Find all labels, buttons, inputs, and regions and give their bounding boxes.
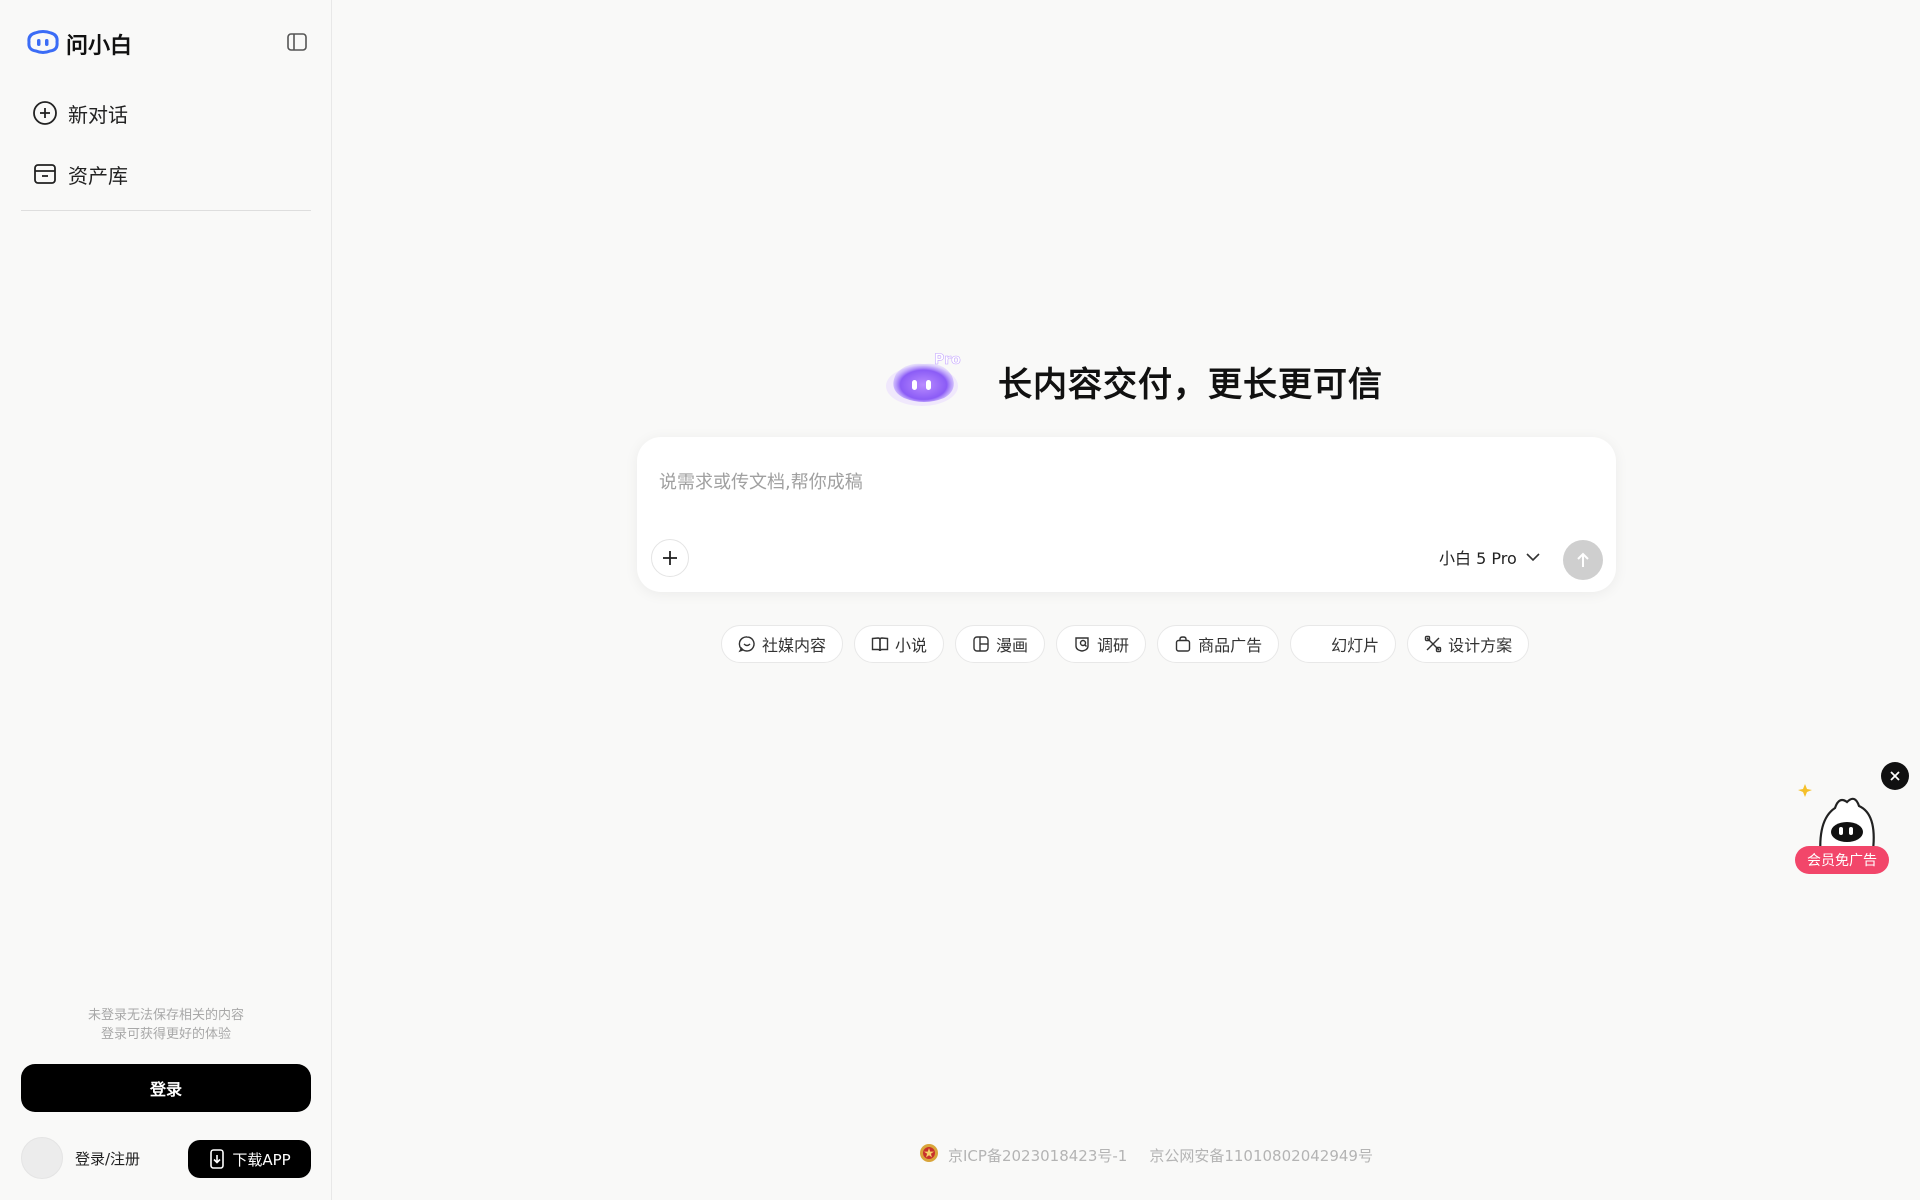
sidebar-divider — [21, 210, 311, 211]
avatar[interactable] — [21, 1137, 63, 1179]
login-notice-line: 未登录无法保存相关的内容 — [87, 1008, 244, 1023]
sidebar-item-label: 新对话 — [68, 102, 128, 127]
prompt-input[interactable] — [659, 467, 1559, 497]
chip-label: 幻灯片 — [1331, 636, 1380, 655]
sidebar: 问小白 新对话 资产库 未登录无法保存相关的内容 登录可获得更好的体验 登录 登… — [0, 0, 332, 1200]
design-tools-icon — [1424, 635, 1442, 653]
promo-close-button[interactable] — [1881, 762, 1909, 790]
pro-mascot-icon: Pro — [884, 350, 970, 412]
chip-social-media[interactable]: 社媒内容 — [721, 625, 844, 663]
sidebar-toggle-button[interactable] — [286, 32, 308, 52]
chip-research[interactable]: 调研 — [1056, 625, 1147, 663]
chip-label: 漫画 — [996, 636, 1029, 655]
login-notice: 未登录无法保存相关的内容 登录可获得更好的体验 — [0, 1006, 332, 1044]
chip-product-ad[interactable]: 商品广告 — [1157, 625, 1280, 663]
chip-label: 小说 — [895, 636, 928, 655]
slides-icon-placeholder — [1307, 635, 1325, 653]
promo-badge[interactable]: 会员免广告 — [1795, 846, 1889, 874]
brand[interactable]: 问小白 — [26, 28, 132, 60]
chip-slides[interactable]: 幻灯片 — [1290, 625, 1397, 663]
comic-panel-icon — [973, 636, 989, 652]
brand-name: 问小白 — [66, 34, 133, 59]
model-selector[interactable]: 小白 5 Pro — [1439, 545, 1541, 569]
chip-design-plan[interactable]: 设计方案 — [1407, 625, 1530, 663]
cloud-logo-icon — [26, 29, 60, 59]
send-button[interactable] — [1563, 540, 1603, 580]
sidebar-item-new-chat[interactable]: 新对话 — [32, 95, 128, 131]
plus-circle-icon — [33, 101, 57, 125]
chip-comic[interactable]: 漫画 — [955, 625, 1046, 663]
login-notice-line: 登录可获得更好的体验 — [100, 1027, 231, 1042]
sidebar-item-asset-library[interactable]: 资产库 — [32, 156, 128, 192]
composer: 小白 5 Pro — [637, 437, 1616, 592]
sidebar-item-label: 资产库 — [68, 163, 128, 188]
icp-link[interactable]: 京ICP备2023018423号-1 — [948, 1145, 1127, 1166]
download-app-button[interactable]: 下载APP — [188, 1140, 311, 1178]
book-icon — [871, 637, 889, 652]
pro-badge: Pro — [934, 352, 961, 368]
sidebar-toggle-icon — [287, 33, 307, 51]
chip-label: 社媒内容 — [762, 636, 827, 655]
arrow-up-icon — [1577, 552, 1589, 567]
phone-download-icon — [210, 1149, 225, 1169]
close-icon — [1890, 771, 1900, 781]
attach-button[interactable] — [651, 539, 689, 577]
chip-novel[interactable]: 小说 — [854, 625, 945, 663]
shopping-bag-icon — [1175, 636, 1191, 652]
login-register-link[interactable]: 登录/注册 — [75, 1148, 140, 1169]
model-label: 小白 5 Pro — [1439, 549, 1517, 568]
quick-chips: 社媒内容 小说 漫画 调研 商品广告 幻灯片 设计方案 — [721, 625, 1530, 663]
download-app-label: 下载APP — [232, 1150, 291, 1169]
archive-box-icon — [34, 164, 56, 184]
promo-widget[interactable]: 会员免广告 — [1793, 760, 1909, 875]
login-button[interactable]: 登录 — [21, 1064, 311, 1112]
police-emblem-icon — [918, 1142, 940, 1168]
hero-title: 长内容交付，更长更可信 — [998, 364, 1383, 405]
chip-label: 商品广告 — [1198, 636, 1263, 655]
chevron-down-icon — [1526, 553, 1540, 562]
chip-label: 设计方案 — [1448, 636, 1513, 655]
user-row: 登录/注册 — [21, 1137, 140, 1179]
footer: 京ICP备2023018423号-1 京公网安备11010802042949号 — [918, 1142, 1373, 1168]
research-icon — [1075, 637, 1089, 652]
hero: Pro 长内容交付，更长更可信 — [884, 350, 1383, 412]
chat-bubble-icon — [738, 636, 755, 653]
police-record-link[interactable]: 京公网安备11010802042949号 — [1149, 1145, 1373, 1166]
plus-icon — [663, 551, 677, 565]
chip-label: 调研 — [1097, 636, 1130, 655]
